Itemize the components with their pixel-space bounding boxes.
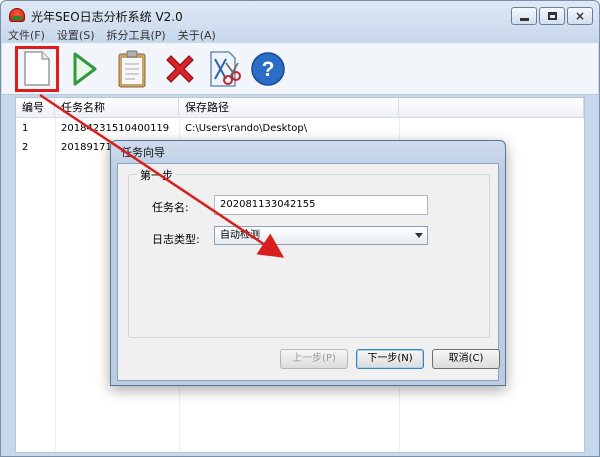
new-document-icon	[24, 51, 50, 86]
svg-text:?: ?	[262, 58, 275, 81]
close-icon: ×	[574, 9, 586, 23]
log-type-select[interactable]: 自动检测	[214, 226, 428, 245]
menu-bar: 文件(F) 设置(S) 拆分工具(P) 关于(A)	[2, 27, 598, 43]
maximize-icon	[547, 12, 557, 20]
tools-icon	[210, 51, 241, 87]
cell-id: 2	[22, 142, 29, 153]
next-step-button[interactable]: 下一步(N)	[356, 349, 424, 369]
maximize-button[interactable]	[539, 7, 565, 25]
report-button[interactable]	[110, 46, 154, 92]
tools-button[interactable]	[202, 46, 246, 92]
dialog-title: 任务向导	[121, 146, 165, 159]
menu-file[interactable]: 文件(F)	[8, 27, 45, 43]
help-button[interactable]: ?	[246, 46, 290, 92]
dialog-body: 第一步 任务名: 202081133042155 日志类型: 自动检测 上一步(…	[117, 163, 500, 381]
title-bar: 光年SEO日志分析系统 V2.0 ×	[1, 1, 599, 29]
task-name-label: 任务名:	[152, 201, 189, 214]
cell-task-name: 20184231510400119	[61, 123, 170, 134]
clipboard-icon	[118, 50, 146, 88]
app-logo-icon	[9, 8, 25, 22]
window-title: 光年SEO日志分析系统 V2.0	[31, 10, 183, 24]
column-divider	[55, 118, 56, 452]
table-header: 编号 任务名称 保存路径	[16, 98, 584, 118]
column-header-empty[interactable]	[399, 98, 584, 118]
table-row[interactable]: 1 20184231510400119 C:\Users\rando\Deskt…	[16, 119, 584, 138]
cell-save-path: C:\Users\rando\Desktop\	[185, 123, 308, 134]
column-header-save-path[interactable]: 保存路径	[179, 98, 399, 118]
log-type-value: 自动检测	[220, 230, 260, 241]
menu-settings[interactable]: 设置(S)	[57, 27, 95, 43]
cancel-button[interactable]: 取消(C)	[432, 349, 500, 369]
help-icon: ?	[251, 52, 285, 86]
cell-id: 1	[22, 123, 29, 134]
toolbar: ?	[2, 43, 598, 95]
start-button[interactable]	[62, 46, 106, 92]
log-type-label: 日志类型:	[152, 233, 200, 246]
minimize-button[interactable]	[511, 7, 537, 25]
watermark	[468, 418, 588, 452]
chevron-down-icon	[415, 233, 423, 238]
task-wizard-dialog: 任务向导 第一步 任务名: 202081133042155 日志类型: 自动检测…	[110, 140, 506, 386]
task-name-input[interactable]: 202081133042155	[214, 195, 428, 215]
new-task-button[interactable]	[15, 46, 59, 92]
close-button[interactable]: ×	[567, 7, 593, 25]
minimize-icon	[519, 17, 529, 21]
menu-about[interactable]: 关于(A)	[178, 27, 216, 43]
play-icon	[73, 52, 97, 86]
step-group: 第一步 任务名: 202081133042155 日志类型: 自动检测	[128, 167, 490, 338]
delete-button[interactable]	[158, 46, 202, 92]
column-header-id[interactable]: 编号	[16, 98, 55, 118]
delete-icon	[166, 55, 194, 83]
step-label: 第一步	[137, 167, 176, 183]
menu-split-tools[interactable]: 拆分工具(P)	[107, 27, 166, 43]
column-header-task-name[interactable]: 任务名称	[55, 98, 179, 118]
prev-step-button[interactable]: 上一步(P)	[280, 349, 348, 369]
